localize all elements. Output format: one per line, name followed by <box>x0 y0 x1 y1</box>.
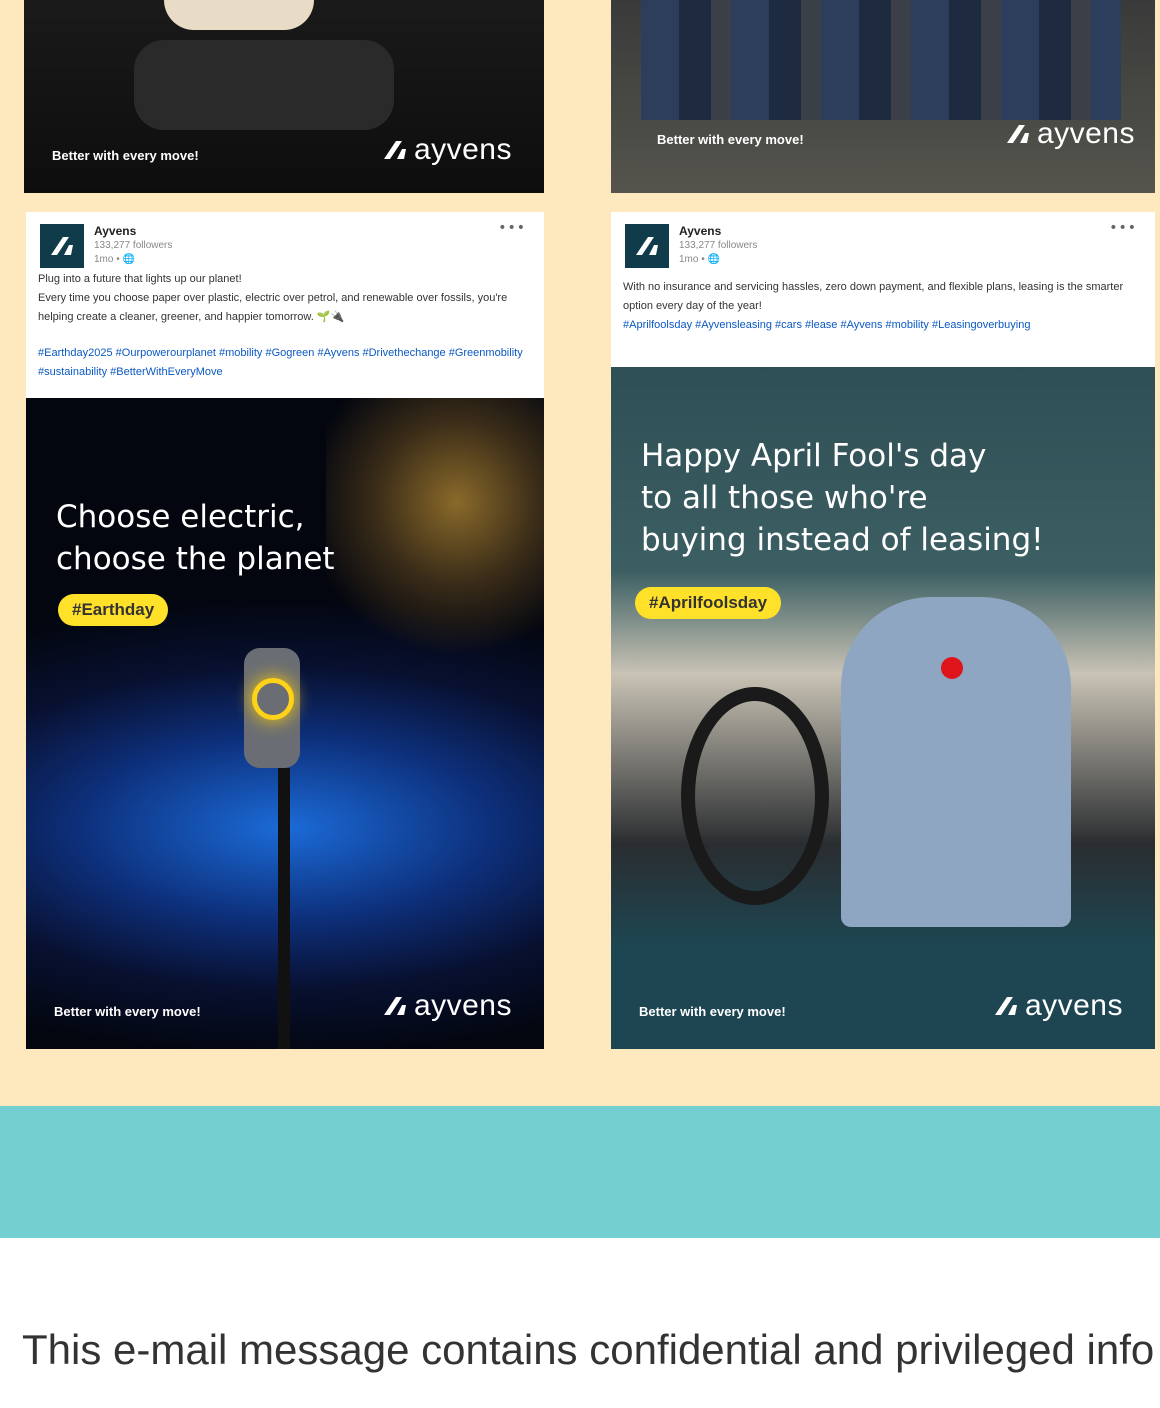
charger-ring-icon <box>252 678 294 720</box>
ayvens-logo-icon <box>51 237 73 255</box>
linkedin-post-earthday: Ayvens 133,277 followers 1mo • 🌐 ••• Plu… <box>26 212 544 1049</box>
footer-section <box>0 1238 1160 1408</box>
post-author[interactable]: Ayvens <box>679 224 721 238</box>
confidentiality-disclaimer: This e-mail message contains confidentia… <box>22 1326 1155 1373</box>
brand-tagline: Better with every move! <box>657 132 804 147</box>
post-image-team-standing: Better with every move! ayvens <box>611 0 1155 193</box>
city-lights-image <box>326 398 544 658</box>
ayvens-logo-icon <box>636 237 658 255</box>
company-avatar[interactable] <box>625 224 669 268</box>
earthday-hashtag-badge: #Earthday <box>58 594 169 626</box>
post-author[interactable]: Ayvens <box>94 224 136 238</box>
ayvens-logo: ayvens <box>1005 117 1135 151</box>
ayvens-logo: ayvens <box>382 133 512 167</box>
post-hashtags[interactable]: #Earthday2025 #Ourpowerourplanet #mobili… <box>38 344 532 382</box>
armrest-image <box>134 40 394 130</box>
ayvens-logo: ayvens <box>993 989 1123 1023</box>
brand-tagline: Better with every move! <box>52 148 199 163</box>
steering-wheel-image <box>681 687 829 905</box>
people-legs-image <box>641 0 1121 120</box>
linkedin-post-aprilfools: Ayvens 133,277 followers 1mo • 🌐 ••• Wit… <box>611 212 1155 1049</box>
post-body-line: Plug into a future that lights up our pl… <box>38 273 242 285</box>
teal-divider-band <box>0 1106 1160 1238</box>
more-options-icon[interactable]: ••• <box>498 220 526 236</box>
ayvens-logo: ayvens <box>382 989 512 1023</box>
post-body: Plug into a future that lights up our pl… <box>26 270 544 398</box>
follower-count: 133,277 followers <box>679 240 758 251</box>
post-body-line: Every time you choose paper over plastic… <box>38 292 508 323</box>
driver-image <box>841 597 1071 927</box>
post-hashtags[interactable]: #Aprilfoolsday #Ayvensleasing #cars #lea… <box>623 316 1143 335</box>
ayvens-logo-icon <box>383 141 406 159</box>
brand-tagline: Better with every move! <box>639 1004 786 1019</box>
earth-at-night-image: Choose electric, choose the planet #Eart… <box>26 398 544 1049</box>
post-time: 1mo • 🌐 <box>679 254 720 265</box>
aprilfools-headline: Happy April Fool's day to all those who'… <box>641 438 1044 558</box>
brand-tagline: Better with every move! <box>54 1004 201 1019</box>
ayvens-logo-icon <box>1006 125 1029 143</box>
man-driving-image: Happy April Fool's day to all those who'… <box>611 367 1155 1049</box>
earthday-headline: Choose electric, choose the planet <box>56 499 335 577</box>
ev-charger-image <box>244 648 300 768</box>
post-body: With no insurance and servicing hassles,… <box>611 270 1155 374</box>
ayvens-logo-icon <box>994 997 1017 1015</box>
company-avatar[interactable] <box>40 224 84 268</box>
post-time: 1mo • 🌐 <box>94 254 135 265</box>
aprilfools-hashtag-badge: #Aprilfoolsday <box>635 587 782 619</box>
more-options-icon[interactable]: ••• <box>1109 220 1137 236</box>
follower-count: 133,277 followers <box>94 240 173 251</box>
clown-nose-icon <box>941 657 963 679</box>
post-body-line: With no insurance and servicing hassles,… <box>623 281 1124 312</box>
ayvens-logo-icon <box>383 997 406 1015</box>
post-image-car-interior: Better with every move! ayvens <box>24 0 544 193</box>
person-hand-image <box>164 0 314 30</box>
